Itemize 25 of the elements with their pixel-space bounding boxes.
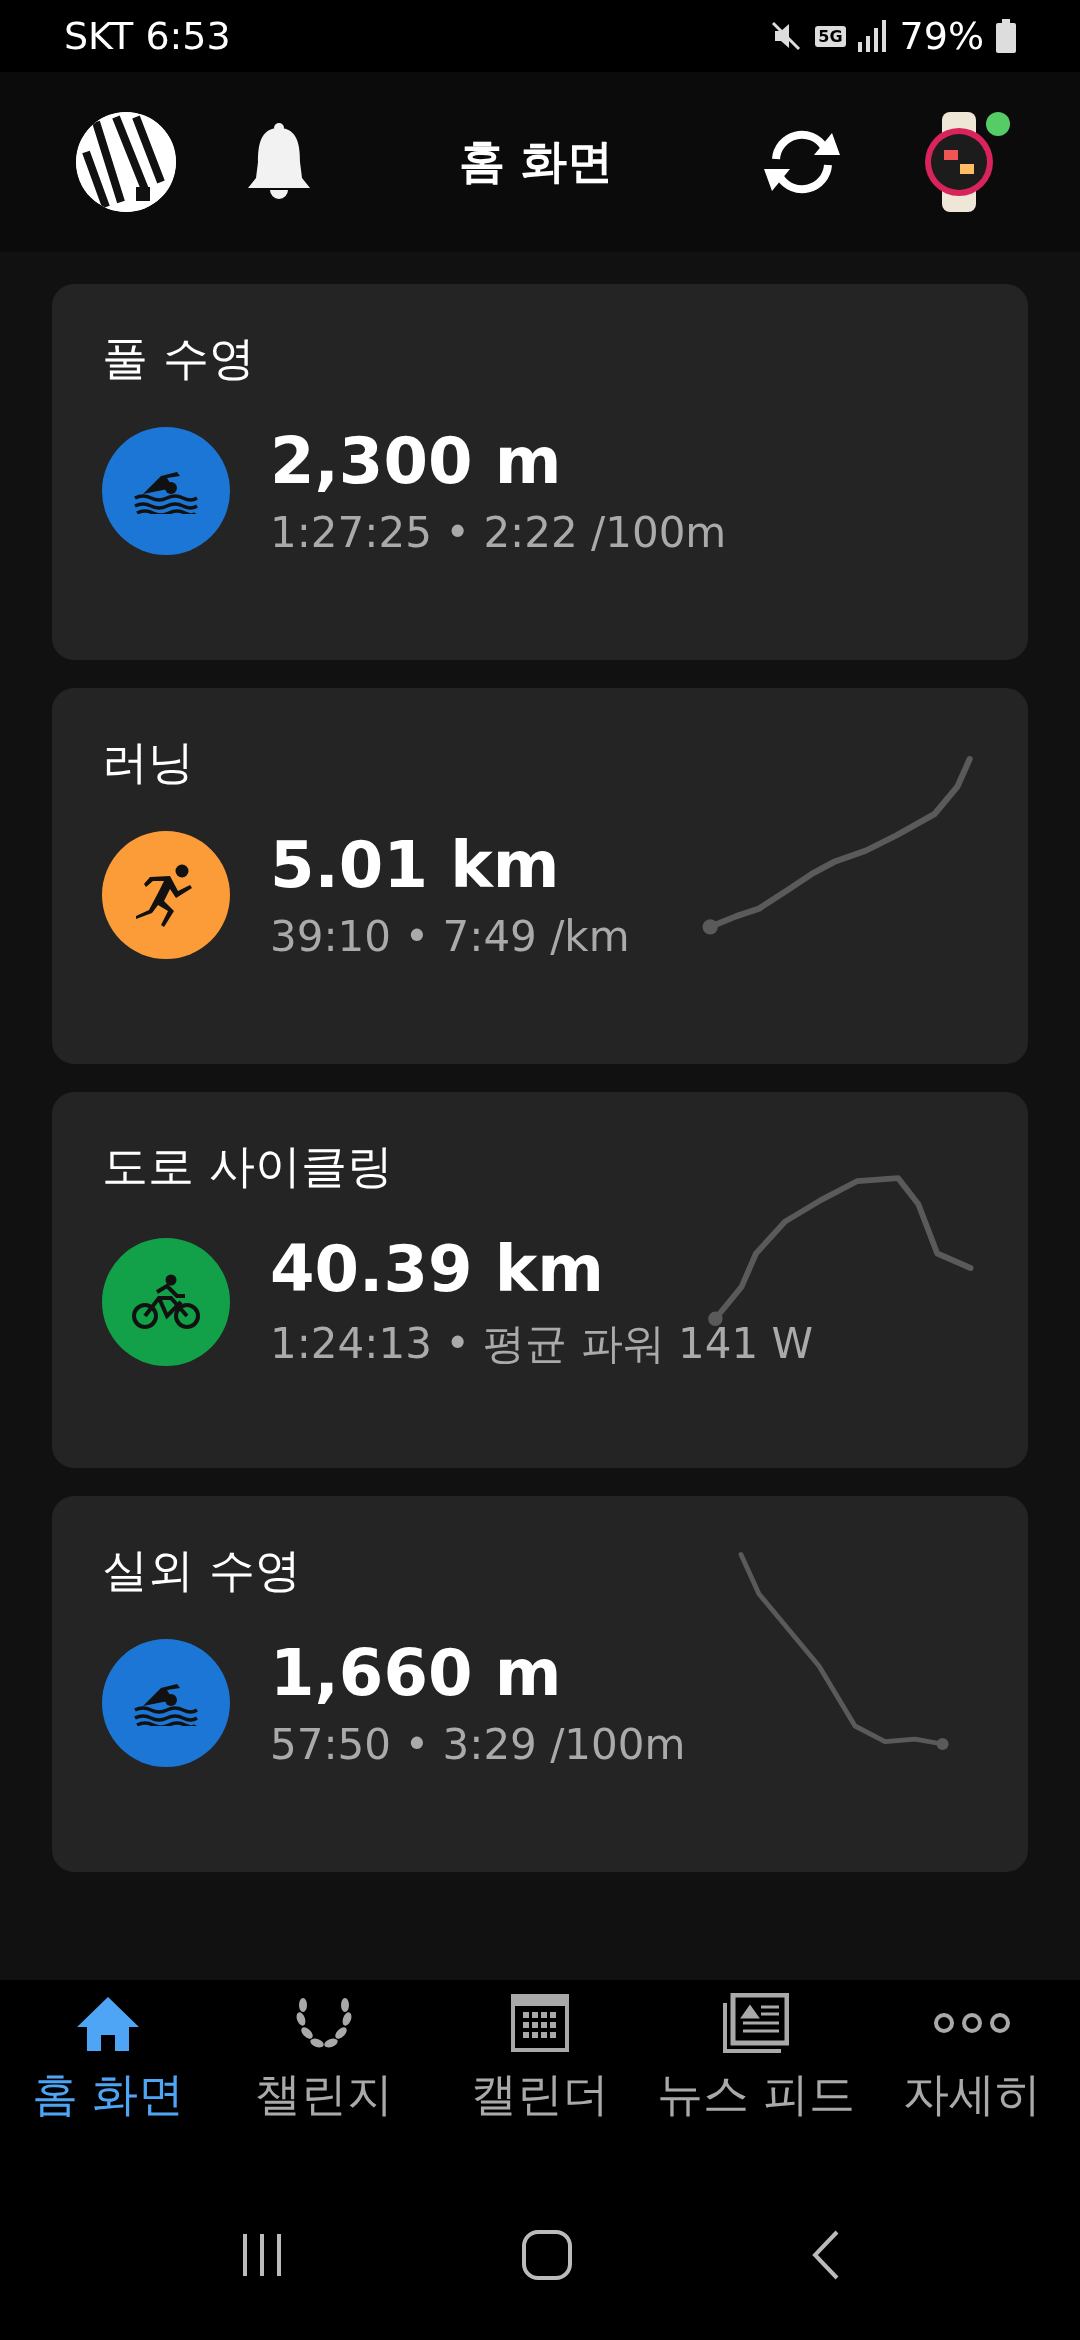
activity-title: 도로 사이클링	[102, 1138, 393, 1195]
nav-tab[interactable]: 홈 화면	[0, 1990, 216, 2126]
activity-distance: 2,300 m	[270, 424, 562, 498]
nav-tab[interactable]: 뉴스 피드	[648, 1990, 864, 2126]
activity-card[interactable]: 도로 사이클링 40.39 km 1:24:13 • 평균 파워 141 W	[52, 1092, 1028, 1468]
carrier-time: SKT 6:53	[64, 14, 231, 58]
nav-tab[interactable]: 캘린더	[432, 1990, 648, 2126]
activity-distance: 5.01 km	[270, 828, 560, 902]
screen-title: 홈 화면	[458, 133, 614, 190]
activity-distance: 40.39 km	[270, 1232, 604, 1306]
activity-details: 57:50 • 3:29 /100m	[270, 1720, 686, 1769]
activity-distance: 1,660 m	[270, 1636, 562, 1710]
activity-details: 1:24:13 • 평균 파워 141 W	[270, 1318, 814, 1370]
nav-tab[interactable]: 자세히	[864, 1990, 1080, 2126]
nav-tab[interactable]: 챌린지	[216, 1990, 432, 2126]
activity-card[interactable]: 풀 수영 2,300 m 1:27:25 • 2:22 /100m	[52, 284, 1028, 660]
activity-card[interactable]: 러닝 5.01 km 39:10 • 7:49 /km	[52, 688, 1028, 1064]
activity-details: 39:10 • 7:49 /km	[270, 912, 630, 961]
activity-title: 풀 수영	[102, 330, 255, 387]
activity-title: 실외 수영	[102, 1542, 301, 1599]
activity-card[interactable]: 실외 수영 1,660 m 57:50 • 3:29 /100m	[52, 1496, 1028, 1872]
activity-details: 1:27:25 • 2:22 /100m	[270, 508, 727, 557]
battery-percent: 79%	[899, 14, 984, 58]
network-indicator: 5G	[815, 25, 846, 47]
activity-title: 러닝	[102, 734, 194, 791]
